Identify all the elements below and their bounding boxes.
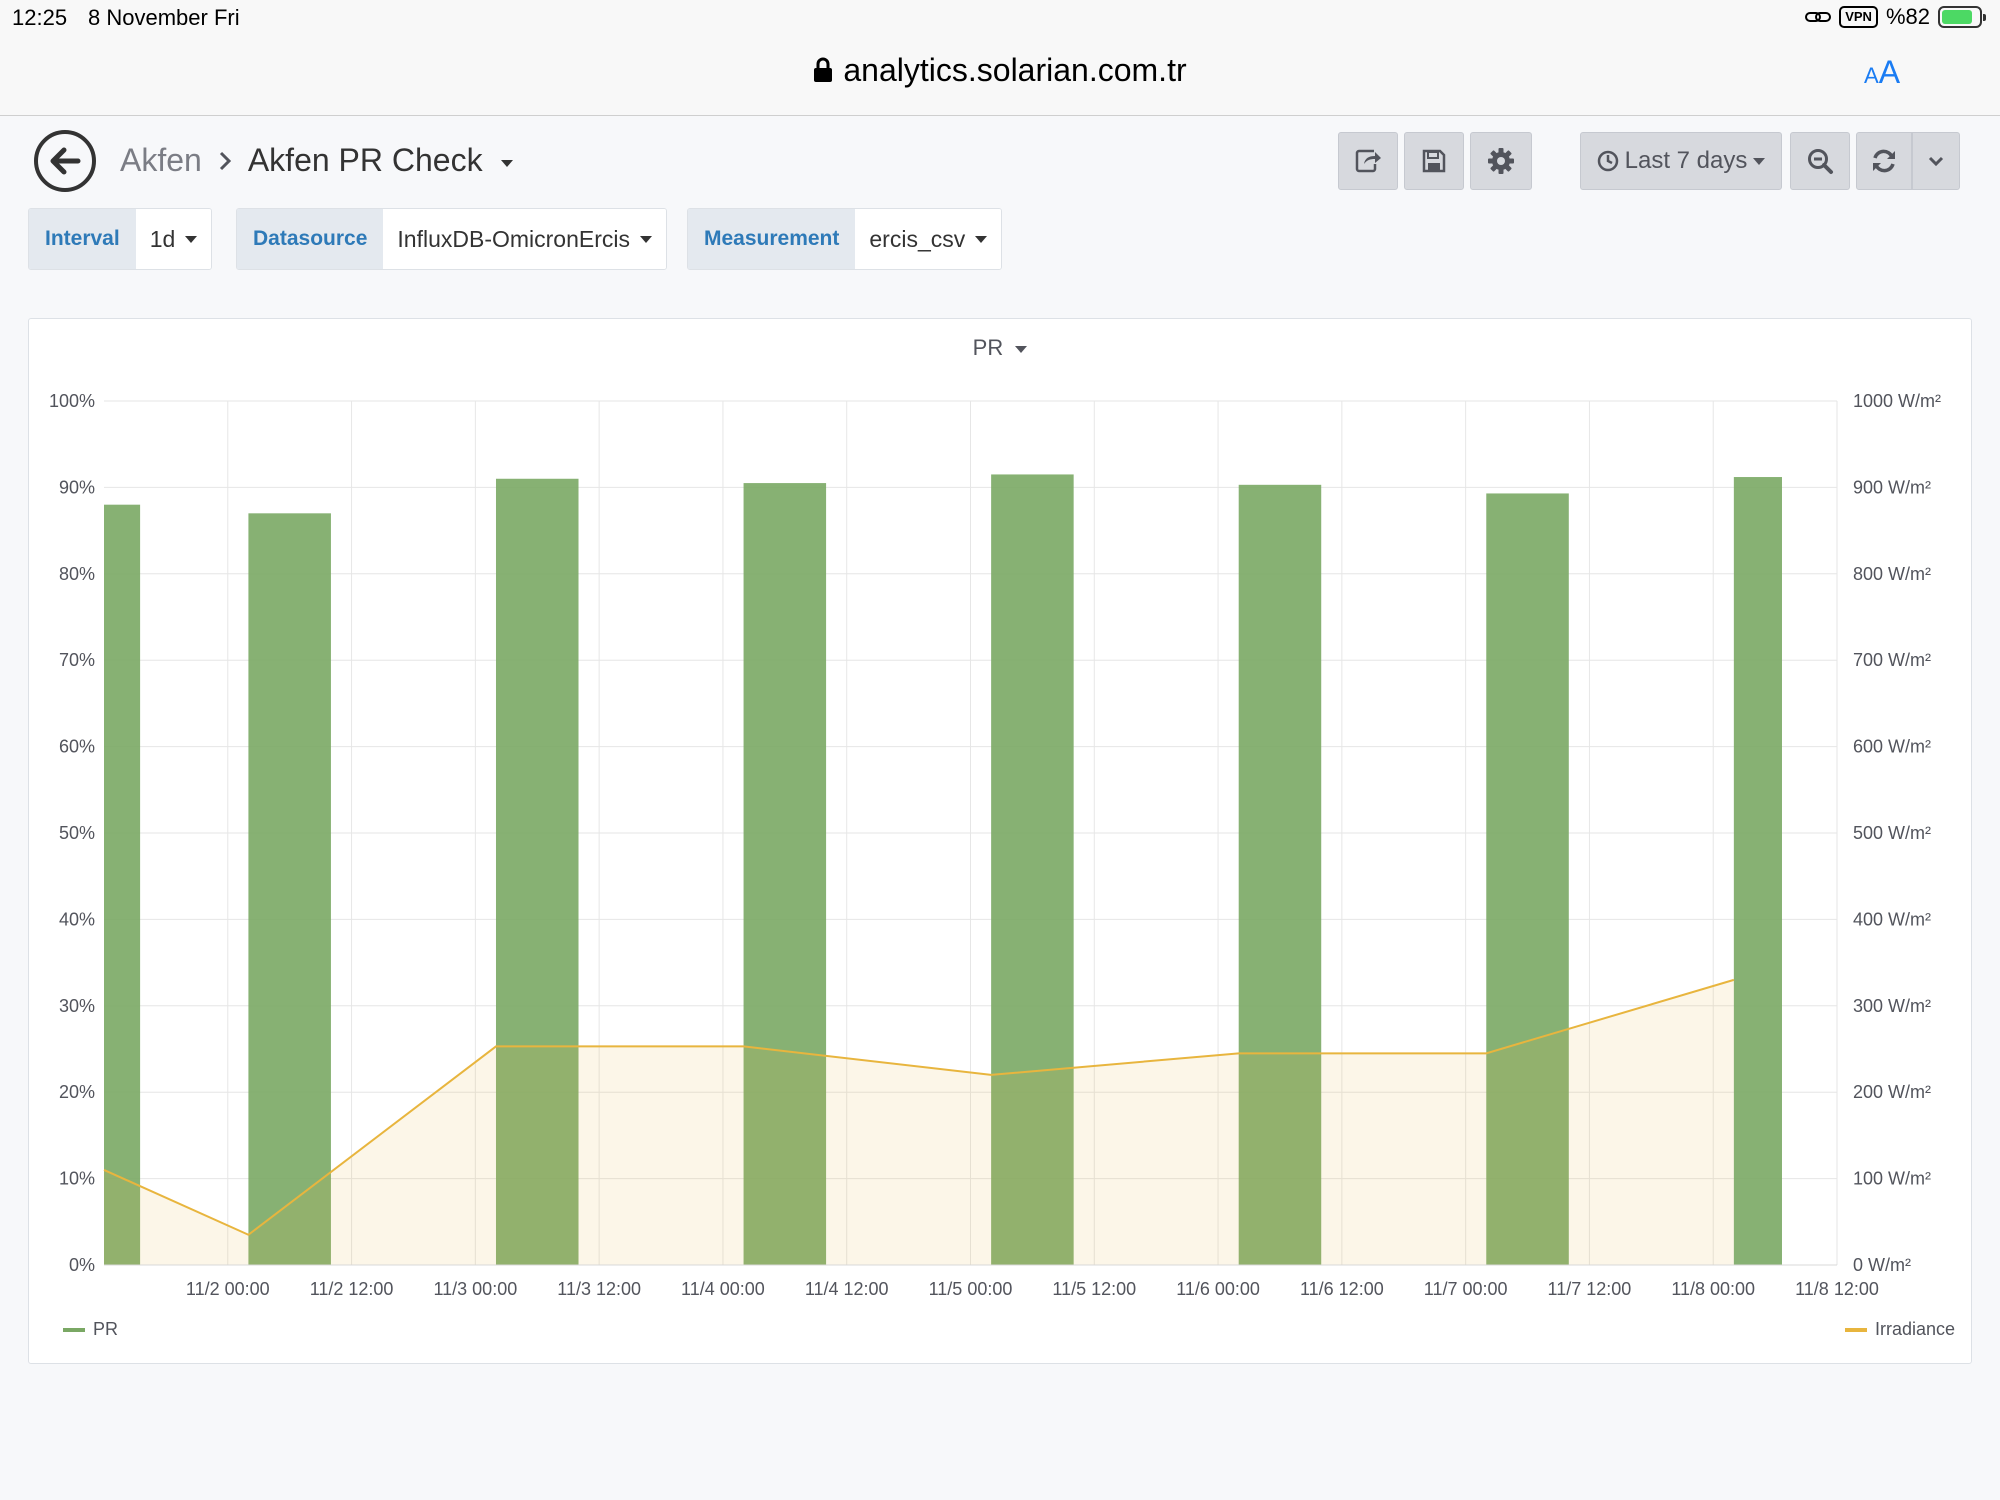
measurement-select[interactable]: ercis_csv [855,209,1002,269]
x-tick-label: 11/7 00:00 [1424,1279,1508,1299]
measurement-value: ercis_csv [869,225,966,252]
y-right-tick-label: 100 W/m² [1853,1169,1931,1189]
datasource-value: InfluxDB-OmicronErcis [397,225,630,252]
address-bar: analytics.solarian.com.tr AA [0,36,2000,116]
y-left-tick-label: 40% [59,909,95,929]
y-left-tick-label: 10% [59,1169,95,1189]
zoom-out-icon [1808,149,1833,174]
back-arrow-icon [50,147,81,175]
y-left-tick-label: 70% [59,650,95,670]
status-right: VPN %82 [1805,4,1986,30]
measurement-label: Measurement [688,209,856,269]
text-size-icon[interactable]: AA [1864,54,1900,91]
y-right-tick-label: 400 W/m² [1853,909,1931,929]
x-tick-label: 11/2 00:00 [186,1279,270,1299]
datasource-select[interactable]: InfluxDB-OmicronErcis [383,209,666,269]
pr-chart[interactable]: 0% 10% 20% 30% 40% 50% 60% 70% 80% 90% 100% 0 W/m² 1… [29,319,1973,1365]
x-tick-label: 11/5 00:00 [929,1279,1013,1299]
measurement-variable: Measurement ercis_csv [687,208,1003,270]
legend-pr[interactable]: PR [63,1319,118,1340]
dashboard-title[interactable]: Akfen PR Check [248,142,483,179]
y-right-tick-label: 500 W/m² [1853,823,1931,843]
interval-select[interactable]: 1d [135,209,212,269]
status-date: 8 November Fri [88,5,240,30]
y-left-tick-label: 100% [49,391,95,411]
refresh-interval-dropdown[interactable] [1912,132,1960,190]
zoom-out-button[interactable] [1790,132,1850,190]
y-left-tick-label: 80% [59,564,95,584]
y-right-tick-label: 700 W/m² [1853,650,1931,670]
y-left-tick-label: 50% [59,823,95,843]
y-right-tick-label: 200 W/m² [1853,1082,1931,1102]
x-tick-label: 11/3 12:00 [557,1279,641,1299]
y-left-tick-label: 30% [59,996,95,1016]
y-right-tick-label: 1000 W/m² [1853,391,1941,411]
breadcrumb: Akfen Akfen PR Check [120,142,513,179]
breadcrumb-folder[interactable]: Akfen [120,142,202,179]
caret-down-icon [1753,157,1766,165]
pr-bar [1733,477,1782,1265]
back-button[interactable] [34,130,96,192]
pr-bar [104,504,141,1265]
y-right-tick-label: 0 W/m² [1853,1255,1911,1275]
legend-irradiance[interactable]: Irradiance [1844,1319,1955,1340]
datasource-label: Datasource [237,209,384,269]
battery-icon [1938,6,1986,28]
time-range-picker[interactable]: Last 7 days [1580,132,1782,190]
settings-button[interactable] [1470,132,1532,190]
caret-down-icon [975,235,988,243]
x-tick-label: 11/4 12:00 [805,1279,889,1299]
datasource-variable: Datasource InfluxDB-OmicronErcis [236,208,667,270]
share-icon [1355,149,1381,173]
interval-variable: Interval 1d [28,208,213,270]
x-tick-label: 11/8 12:00 [1795,1279,1879,1299]
x-tick-label: 11/6 12:00 [1300,1279,1384,1299]
y-left-tick-label: 90% [59,477,95,497]
pr-graph-panel: PR 0% 10% 20% 30% 40% 50% 60% 70% 80% 90% 100% 0 W/… [28,318,1972,1364]
caret-down-icon [185,235,198,243]
legend-label-pr: PR [93,1319,119,1339]
status-time: 12:25 [12,5,68,30]
y-right-tick-label: 900 W/m² [1853,477,1931,497]
y-right-tick-label: 800 W/m² [1853,564,1931,584]
x-tick-label: 11/7 12:00 [1548,1279,1632,1299]
battery-percent: %82 [1885,4,1930,29]
legend-swatch-pr [63,1327,85,1332]
url-field[interactable]: analytics.solarian.com.tr [0,52,2000,89]
x-tick-label: 11/8 00:00 [1671,1279,1755,1299]
link-icon [1805,12,1832,22]
save-button[interactable] [1404,132,1464,190]
lock-icon [814,57,833,82]
interval-value: 1d [149,225,176,252]
x-tick-label: 11/6 00:00 [1176,1279,1260,1299]
status-bar: 12:25 8 November Fri VPN %82 [0,0,2000,36]
clock-icon [1597,150,1618,172]
url-text: analytics.solarian.com.tr [843,52,1187,88]
x-tick-label: 11/4 00:00 [681,1279,765,1299]
gear-icon [1488,148,1514,174]
legend-label-irradiance: Irradiance [1874,1319,1955,1339]
chevron-down-icon [1928,156,1944,166]
refresh-button[interactable] [1856,132,1912,190]
legend-swatch-irradiance [1844,1327,1867,1332]
x-tick-label: 11/5 12:00 [1052,1279,1136,1299]
vpn-badge: VPN [1839,6,1878,28]
chevron-right-icon [219,151,231,170]
x-tick-label: 11/2 12:00 [310,1279,394,1299]
interval-label: Interval [29,209,136,269]
y-left-tick-label: 20% [59,1082,95,1102]
x-tick-label: 11/3 00:00 [433,1279,517,1299]
y-right-tick-label: 300 W/m² [1853,996,1931,1016]
y-left-tick-label: 0% [69,1255,95,1275]
y-right-tick-label: 600 W/m² [1853,737,1931,757]
caret-down-icon[interactable] [500,160,513,167]
save-icon [1422,149,1446,173]
share-button[interactable] [1338,132,1398,190]
pr-bar [248,513,331,1265]
y-left-tick-label: 60% [59,737,95,757]
refresh-icon [1873,149,1895,173]
time-range-label: Last 7 days [1624,147,1748,174]
caret-down-icon [640,235,652,243]
